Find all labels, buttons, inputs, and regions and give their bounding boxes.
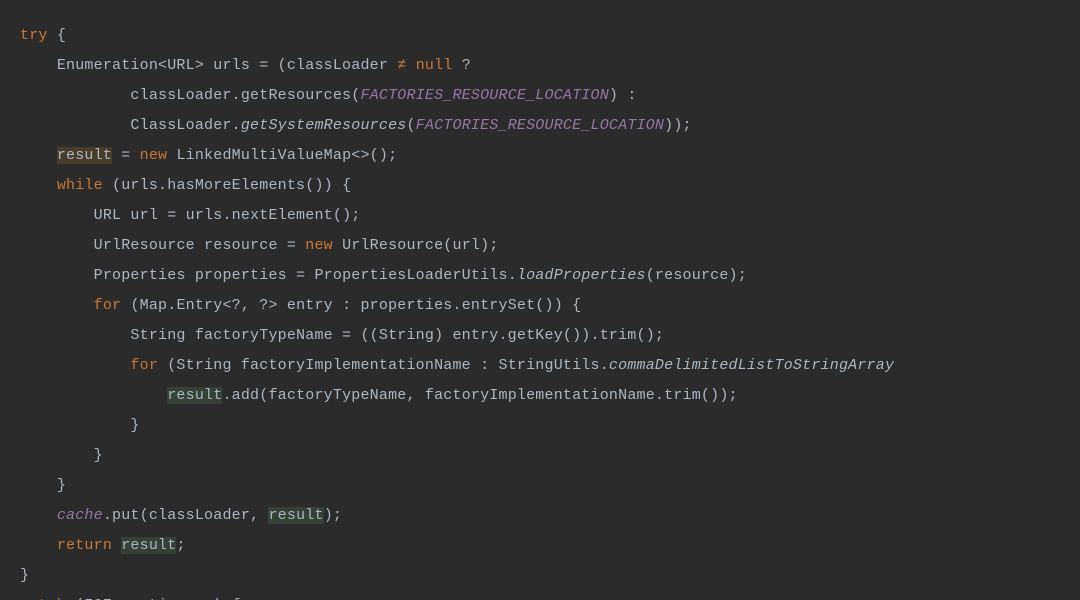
line-9: Properties properties = PropertiesLoader… [20, 267, 747, 284]
line-2: Enumeration<URL> urls = (classLoader ≠ n… [20, 57, 471, 74]
kw-try: try [20, 27, 48, 44]
line-4: ClassLoader.getSystemResources(FACTORIES… [20, 117, 692, 134]
var-result-read: result [167, 387, 222, 404]
line-16: } [20, 477, 66, 494]
line-10: for (Map.Entry<?, ?> entry : properties.… [20, 297, 581, 314]
line-18: return result; [20, 537, 186, 554]
line-11: String factoryTypeName = ((String) entry… [20, 327, 664, 344]
line-17: cache.put(classLoader, result); [20, 507, 342, 524]
line-19: } [20, 567, 29, 584]
code-block: try { Enumeration<URL> urls = (classLoad… [20, 27, 894, 600]
field-cache: cache [57, 507, 103, 524]
line-15: } [20, 447, 103, 464]
line-20: catch (IOException ex) { [20, 597, 241, 600]
line-3: classLoader.getResources(FACTORIES_RESOU… [20, 87, 637, 104]
line-12: for (String factoryImplementationName : … [20, 357, 894, 374]
var-result-write: result [57, 147, 112, 164]
line-1: try { [20, 27, 66, 44]
line-8: UrlResource resource = new UrlResource(u… [20, 237, 499, 254]
line-13: result.add(factoryTypeName, factoryImple… [20, 387, 738, 404]
line-14: } [20, 417, 140, 434]
line-5: result = new LinkedMultiValueMap<>(); [20, 147, 397, 164]
line-6: while (urls.hasMoreElements()) { [20, 177, 351, 194]
line-7: URL url = urls.nextElement(); [20, 207, 360, 224]
